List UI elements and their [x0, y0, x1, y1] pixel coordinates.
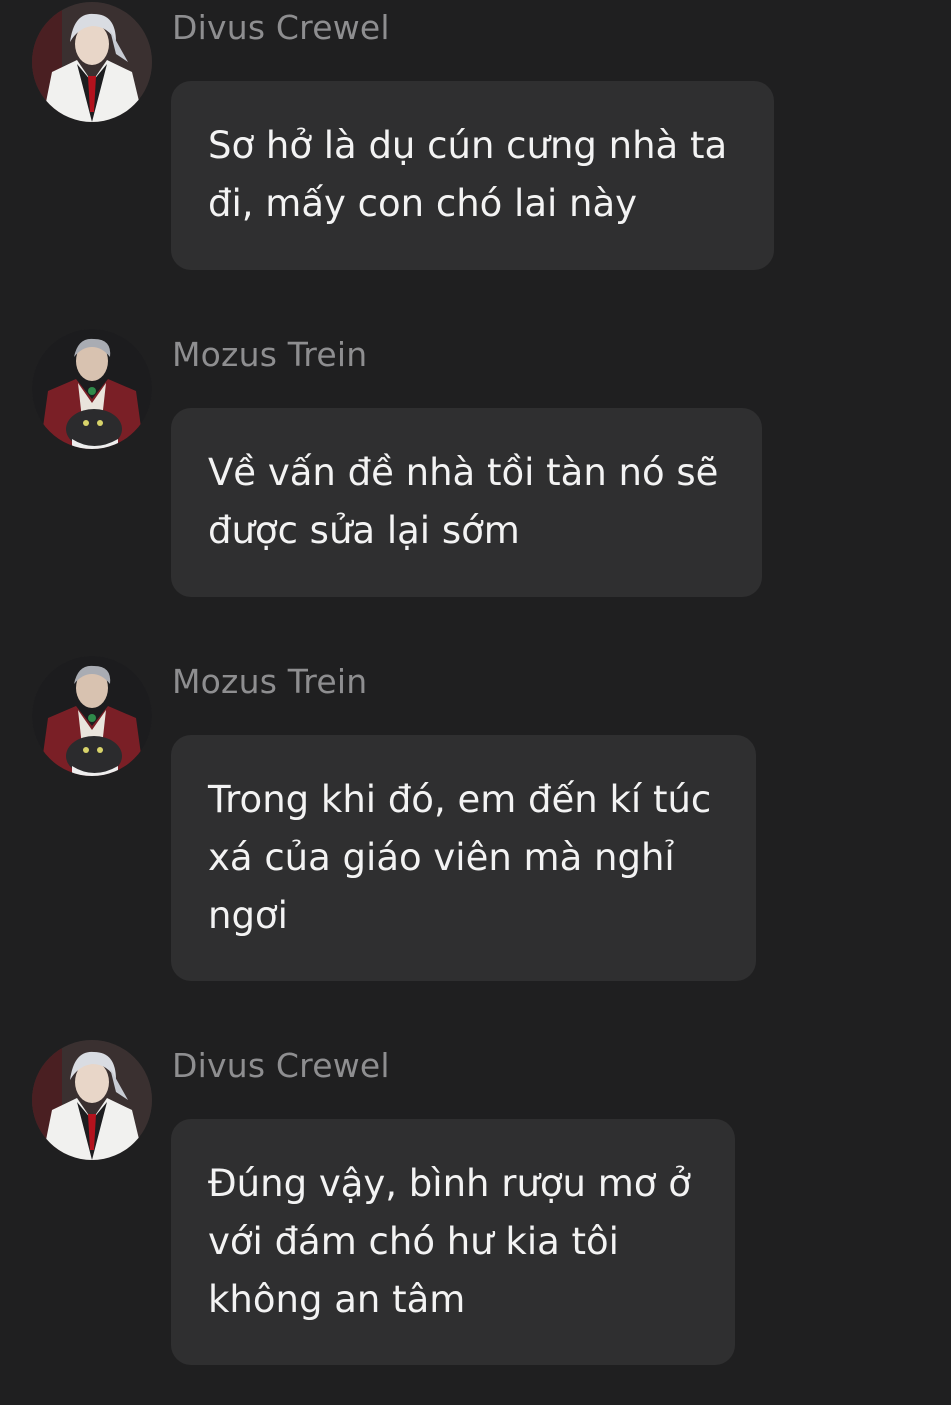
- message-text: Đúng vậy, bình rượu mơ ở với đám chó hư …: [208, 1162, 691, 1321]
- message-text: Sơ hở là dụ cún cưng nhà ta đi, mấy con …: [208, 124, 728, 225]
- message-bubble[interactable]: Đúng vậy, bình rượu mơ ở với đám chó hư …: [171, 1119, 735, 1365]
- message-bubble[interactable]: Trong khi đó, em đến kí túc xá của giáo …: [171, 735, 756, 981]
- message-text: Trong khi đó, em đến kí túc xá của giáo …: [208, 778, 712, 937]
- message-bubble[interactable]: Về vấn đề nhà tồi tàn nó sẽ được sửa lại…: [171, 408, 762, 597]
- mozus-trein-avatar[interactable]: [32, 329, 152, 449]
- message-bubble[interactable]: Sơ hở là dụ cún cưng nhà ta đi, mấy con …: [171, 81, 774, 270]
- sender-name: Mozus Trein: [172, 335, 368, 374]
- sender-name: Divus Crewel: [172, 8, 390, 47]
- divus-crewel-avatar[interactable]: [32, 2, 152, 122]
- sender-name: Mozus Trein: [172, 662, 368, 701]
- message-text: Về vấn đề nhà tồi tàn nó sẽ được sửa lại…: [208, 451, 719, 552]
- sender-name: Divus Crewel: [172, 1046, 390, 1085]
- divus-crewel-avatar[interactable]: [32, 1040, 152, 1160]
- mozus-trein-avatar[interactable]: [32, 656, 152, 776]
